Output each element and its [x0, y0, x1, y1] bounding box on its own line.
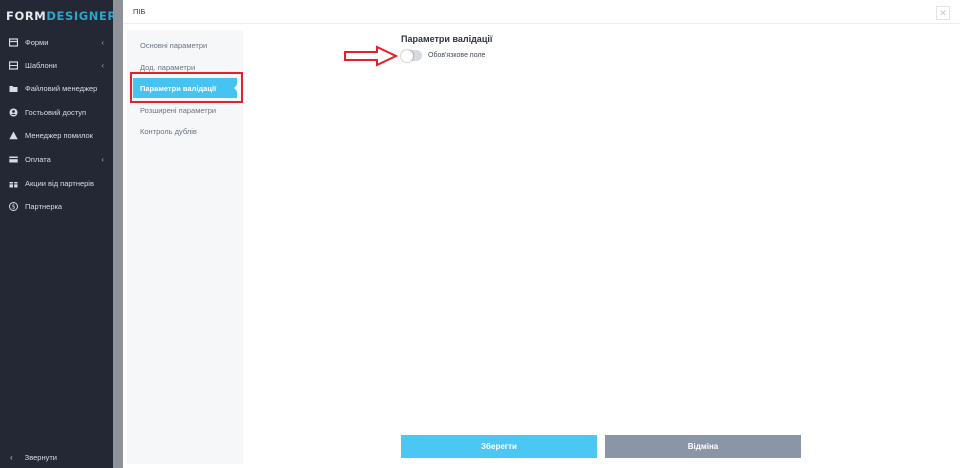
- sidebar-item-templates[interactable]: Шаблони ‹: [0, 54, 113, 76]
- tab-basic-params[interactable]: Основні параметри: [140, 41, 207, 50]
- sidebar-item-label: Гостьовий доступ: [25, 107, 87, 117]
- field-settings-modal: ПІБ ✕ Основні параметри Дод. параметри П…: [123, 0, 960, 468]
- cancel-button[interactable]: Відміна: [605, 435, 801, 458]
- sidebar-item-forms[interactable]: Форми ‹: [0, 31, 113, 53]
- close-button[interactable]: ✕: [936, 6, 950, 20]
- logo-text-designer: DESIGNER: [46, 9, 117, 23]
- warning-icon: [9, 131, 18, 140]
- sidebar-item-partner-promos[interactable]: Акции від партнерів: [0, 172, 113, 194]
- dollar-icon: $: [9, 201, 18, 211]
- credit-card-icon: [9, 155, 18, 164]
- sidebar-item-label: Акции від партнерів: [25, 178, 94, 188]
- templates-icon: [9, 60, 18, 70]
- sidebar-item-label: Шаблони: [25, 60, 57, 70]
- required-field-toggle[interactable]: [401, 49, 422, 62]
- tab-extra-params[interactable]: Дод. параметри: [140, 63, 195, 72]
- logo-text-form: FORM: [6, 9, 47, 23]
- modal-header: ПІБ ✕: [123, 0, 960, 24]
- chevron-left-icon: ‹: [101, 37, 104, 47]
- required-field-label: Обов'язкове поле: [428, 51, 486, 59]
- chevron-left-icon: ‹: [10, 452, 13, 462]
- sidebar-item-error-manager[interactable]: Менеджер помилок: [0, 124, 113, 146]
- forms-icon: [9, 37, 18, 47]
- annotation-arrow-icon: [344, 45, 399, 67]
- sidebar-collapse-button[interactable]: ‹ Звернути: [0, 446, 113, 468]
- save-button[interactable]: Зберегти: [401, 435, 597, 458]
- modal-backdrop: [113, 0, 123, 468]
- settings-tabs: Основні параметри Дод. параметри Парамет…: [127, 30, 243, 464]
- svg-text:$: $: [12, 203, 16, 210]
- sidebar-item-label: Форми: [25, 37, 49, 47]
- chevron-left-icon: ‹: [101, 60, 104, 70]
- sidebar-item-label: Файловий менеджер: [25, 83, 98, 93]
- sidebar-item-label: Партнерка: [25, 201, 63, 211]
- sidebar-collapse-label: Звернути: [24, 452, 57, 462]
- sidebar-item-file-manager[interactable]: Файловий менеджер: [0, 77, 113, 99]
- toggle-knob: [401, 49, 413, 62]
- user-circle-icon: [9, 108, 18, 117]
- app-logo[interactable]: FORMDESIGNER: [0, 0, 116, 30]
- modal-title: ПІБ: [133, 7, 146, 16]
- close-icon: ✕: [939, 7, 947, 18]
- folder-icon: [9, 84, 18, 93]
- tab-advanced-params[interactable]: Розширені параметри: [140, 106, 216, 115]
- tab-duplicate-control[interactable]: Контроль дублів: [140, 127, 197, 136]
- section-title: Параметри валідації: [401, 34, 493, 44]
- gift-icon: [9, 179, 18, 188]
- annotation-highlight-box: [130, 72, 243, 103]
- sidebar: FORMDESIGNER Форми ‹ Шаблони ‹ Файловий …: [0, 0, 116, 468]
- sidebar-item-label: Оплата: [25, 154, 51, 164]
- sidebar-item-label: Менеджер помилок: [25, 130, 93, 140]
- sidebar-item-guest-access[interactable]: Гостьовий доступ: [0, 101, 113, 123]
- sidebar-item-payment[interactable]: Оплата ‹: [0, 148, 113, 170]
- sidebar-item-affiliate[interactable]: $ Партнерка: [0, 195, 113, 217]
- chevron-left-icon: ‹: [101, 154, 104, 164]
